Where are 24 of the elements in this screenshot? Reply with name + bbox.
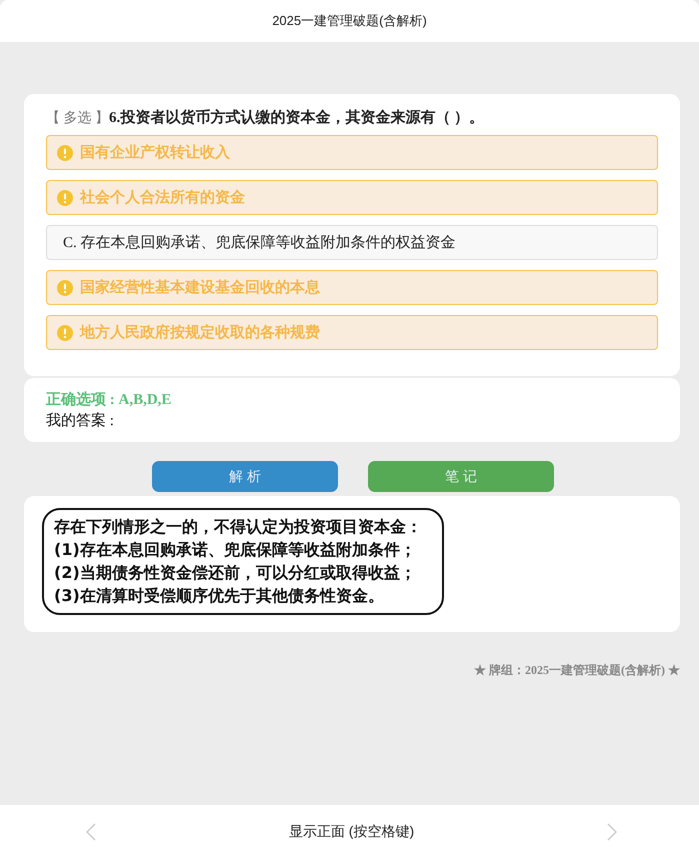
exclamation-icon bbox=[57, 280, 73, 296]
question-text: 6.投资者以货币方式认缴的资本金，其资金来源有（ ）。 bbox=[109, 110, 484, 126]
answer-option[interactable]: 国有企业产权转让收入 bbox=[46, 135, 658, 170]
answer-option[interactable]: 地方人民政府按规定收取的各种规费 bbox=[46, 315, 658, 350]
exclamation-icon bbox=[57, 324, 73, 340]
my-answer-label: 我的答案 : bbox=[46, 411, 115, 430]
deck-label: ★ 牌组：2025一建管理破题(含解析) ★ bbox=[474, 662, 680, 679]
option-text: 国家经营性基本建设基金回收的本息 bbox=[80, 278, 320, 297]
correct-answer: 正确选项 : A,B,D,E bbox=[46, 390, 172, 409]
previous-icon[interactable] bbox=[86, 823, 96, 841]
option-text: 社会个人合法所有的资金 bbox=[80, 188, 245, 207]
answer-option[interactable]: 国家经营性基本建设基金回收的本息 bbox=[46, 270, 658, 305]
answer-option[interactable]: 社会个人合法所有的资金 bbox=[46, 180, 658, 215]
show-front-button[interactable]: 显示正面 (按空格键) bbox=[288, 823, 414, 841]
option-text: 国有企业产权转让收入 bbox=[80, 143, 230, 162]
next-icon[interactable] bbox=[607, 823, 617, 841]
option-text: 地方人民政府按规定收取的各种规费 bbox=[80, 323, 320, 342]
notes-button[interactable]: 笔 记 bbox=[368, 461, 554, 492]
explanation-box: 存在下列情形之一的，不得认定为投资项目资本金： (1)存在本息回购承诺、兜底保障等收益附加条件； (2)当期债务性资金偿还前，可以分红或取得收益； (3)在清算时受偿顺序优先于其他债务性资金。 bbox=[42, 508, 444, 615]
exclamation-icon bbox=[57, 190, 73, 206]
analysis-button[interactable]: 解 析 bbox=[152, 461, 338, 492]
question-type-tag: 【 多选 】 bbox=[46, 111, 109, 126]
window-title: 2025一建管理破题(含解析) bbox=[272, 12, 427, 30]
exclamation-icon bbox=[57, 144, 73, 160]
